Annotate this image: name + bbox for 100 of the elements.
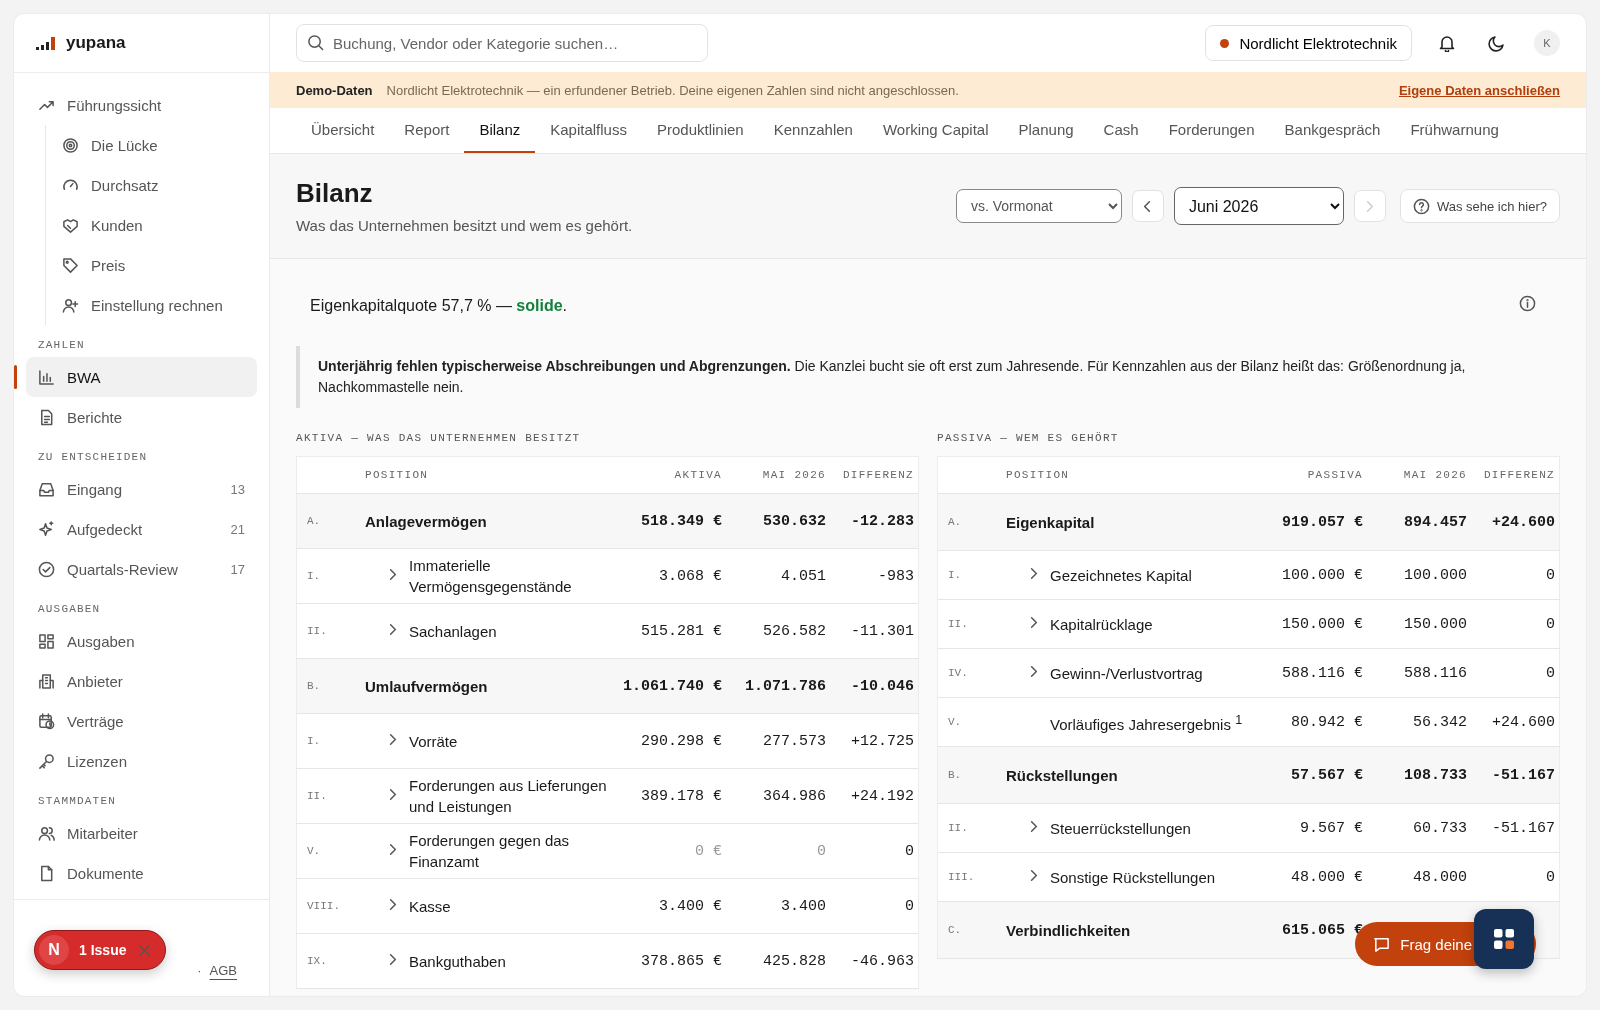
difference: -51.167 — [1492, 766, 1555, 784]
sidebar-item[interactable]: Eingang 13 — [26, 469, 257, 509]
section-heading: ZU ENTSCHEIDEN — [37, 450, 149, 465]
previous-amount: 526.582 — [763, 622, 826, 640]
sidebar-item[interactable]: Lizenzen — [26, 741, 257, 781]
tab[interactable]: Bankgespräch — [1269, 108, 1396, 153]
position-label[interactable]: Gewinn-/Verlustvortrag — [1050, 662, 1259, 684]
sidebar-item[interactable]: Anbieter — [26, 661, 257, 701]
position-number: C. — [948, 924, 962, 936]
position-label[interactable]: Immaterielle Vermögensgegenstände — [409, 555, 615, 597]
position-label[interactable]: Kapitalrücklage — [1050, 613, 1259, 635]
column-header: AKTIVA — [674, 469, 722, 481]
position-label[interactable]: Bankguthaben — [409, 950, 615, 972]
position-label: Rückstellungen — [1006, 766, 1118, 784]
equity-ratio-text: Eigenkapitalquote 57,7 % — solide. — [310, 296, 568, 315]
amount: 919.057 € — [1282, 513, 1363, 531]
tab[interactable]: Produktlinien — [641, 108, 759, 153]
position-label[interactable]: Kasse — [409, 895, 615, 917]
column-header: PASSIVA — [1307, 469, 1363, 481]
logo-bars-icon — [36, 35, 58, 51]
amount: 80.942 € — [1291, 713, 1363, 731]
sidebar-item[interactable]: Verträge — [26, 701, 257, 741]
difference: +24.600 — [1492, 513, 1555, 531]
sidebar-item[interactable]: Quartals-Review 17 — [26, 549, 257, 589]
position-label[interactable]: Sachanlagen — [409, 620, 615, 642]
position-label[interactable]: Forderungen gegen das Finanzamt — [409, 830, 615, 872]
position-label[interactable]: Steuerrückstellungen — [1050, 817, 1259, 839]
section-heading: AUSGABEN — [37, 602, 102, 617]
sidebar-item[interactable]: Führungssicht — [26, 85, 257, 125]
tab[interactable]: Cash — [1088, 108, 1154, 153]
tab[interactable]: Kapitalfluss — [535, 108, 642, 153]
brand-name: yupana — [66, 33, 126, 53]
chat-icon — [1373, 935, 1391, 953]
period-select[interactable]: Juni 2026 — [1173, 187, 1344, 225]
difference: +12.725 — [851, 732, 914, 750]
apps-button[interactable] — [1474, 909, 1534, 969]
previous-amount: 277.573 — [763, 732, 826, 750]
position-label: Vorläufiges Jahresergebnis $^{1}$ — [1050, 711, 1244, 735]
position-label[interactable]: Forderungen aus Lieferungen und Leistungen — [409, 775, 615, 817]
issue-badge[interactable]: N 1 Issue — [34, 930, 167, 970]
sidebar-item[interactable]: Dokumente — [26, 853, 257, 893]
difference: 0 — [905, 897, 914, 915]
tab[interactable]: Working Capital — [867, 108, 1004, 153]
position-number: I. — [307, 735, 321, 747]
position-number: II. — [948, 618, 968, 630]
difference: +24.600 — [1492, 713, 1555, 731]
company-switcher[interactable]: Nordlicht Elektrotechnik — [1205, 25, 1412, 61]
column-header: DIFFERENZ — [1483, 469, 1555, 481]
position-number: IV. — [948, 667, 968, 679]
section-heading: ZAHLEN — [37, 338, 86, 353]
amount: 518.349 € — [641, 512, 722, 530]
previous-amount: 588.116 — [1404, 664, 1467, 682]
amount: 57.567 € — [1291, 766, 1363, 784]
sidebar-item[interactable]: Mitarbeiter — [26, 813, 257, 853]
connect-data-link[interactable]: Eigene Daten anschließen — [1398, 82, 1560, 98]
comparison-select[interactable]: vs. Vormonat — [955, 189, 1122, 223]
user-avatar[interactable]: K — [1534, 30, 1560, 56]
difference: -10.046 — [851, 677, 914, 695]
search-field[interactable]: Buchung, Vendor oder Kategorie suchen… — [296, 24, 708, 62]
previous-amount: 1.071.786 — [745, 677, 826, 695]
sidebar-item[interactable]: Berichte — [26, 397, 257, 437]
position-label[interactable]: Sonstige Rückstellungen — [1050, 866, 1259, 888]
tag-icon — [62, 256, 79, 274]
tab[interactable]: Übersicht — [296, 108, 390, 153]
amount: 100.000 € — [1282, 566, 1363, 584]
sidebar-item[interactable]: Aufgedeckt 21 — [26, 509, 257, 549]
tab[interactable]: Forderungen — [1153, 108, 1270, 153]
position-label: Eigenkapital — [1006, 513, 1095, 531]
sidebar-item[interactable]: Die Lücke — [46, 125, 257, 165]
previous-amount: 3.400 — [781, 897, 826, 915]
sidebar-item[interactable]: Kunden — [46, 205, 257, 245]
footer-link[interactable]: AGB — [209, 963, 237, 978]
amount: 3.068 € — [659, 567, 722, 585]
position-label[interactable]: Vorräte — [409, 730, 615, 752]
position-label: Verbindlichkeiten — [1006, 921, 1131, 939]
banner-label: Demo-Daten — [296, 82, 373, 98]
tab[interactable]: Planung — [1003, 108, 1089, 153]
page-title: Bilanz — [296, 178, 374, 209]
amount: 150.000 € — [1282, 615, 1363, 633]
tab[interactable]: Report — [389, 108, 465, 153]
table-heading: PASSIVA — WEM ES GEHÖRT — [937, 432, 1120, 444]
sidebar-item[interactable]: Ausgaben — [26, 621, 257, 661]
sidebar-item[interactable]: Preis — [46, 245, 257, 285]
difference: -51.167 — [1492, 819, 1555, 837]
bar-chart-icon — [38, 368, 55, 386]
info-icon — [1519, 295, 1536, 312]
sidebar-item[interactable]: Einstellung rechnen — [46, 285, 257, 325]
tab[interactable]: Frühwarnung — [1395, 108, 1514, 153]
inbox-icon — [38, 480, 55, 498]
tab[interactable]: Kennzahlen — [758, 108, 868, 153]
target-icon — [62, 136, 79, 154]
amount: 378.865 € — [641, 952, 722, 970]
amount: 389.178 € — [641, 787, 722, 805]
help-button[interactable]: Was sehe ich hier? — [1399, 189, 1560, 223]
position-label[interactable]: Gezeichnetes Kapital — [1050, 564, 1259, 586]
sidebar-item[interactable]: Durchsatz — [46, 165, 257, 205]
position-number: B. — [948, 769, 962, 781]
help-icon — [1412, 197, 1430, 215]
amount: 0 € — [695, 842, 722, 860]
difference: 0 — [905, 842, 914, 860]
